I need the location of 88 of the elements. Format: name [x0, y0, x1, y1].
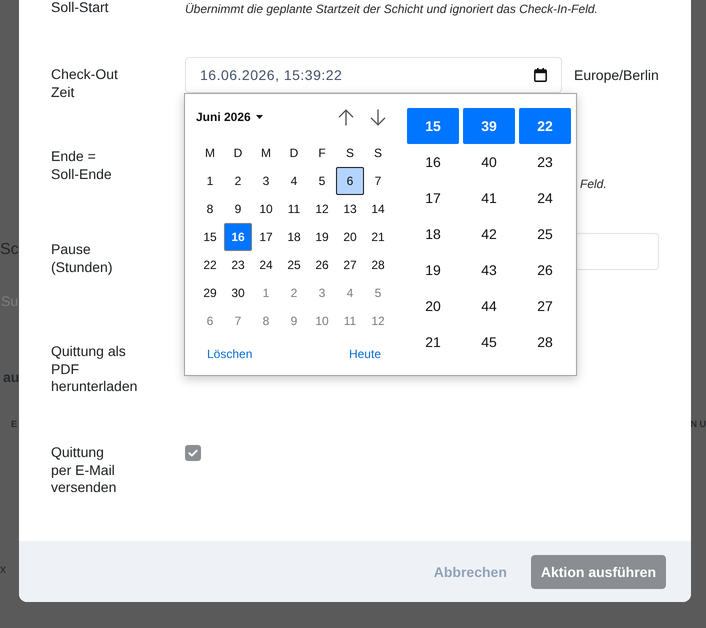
weekday-label: D	[288, 145, 300, 162]
minute-option[interactable]: 39	[463, 108, 515, 144]
calendar-day[interactable]: 24	[252, 251, 280, 279]
calendar-day[interactable]: 1	[196, 167, 224, 195]
calendar-day[interactable]: 12	[308, 195, 336, 223]
minute-option[interactable]: 43	[463, 252, 515, 288]
calendar-day[interactable]: 12	[364, 307, 392, 335]
calendar-day[interactable]: 20	[336, 223, 364, 251]
calendar-day[interactable]: 2	[224, 167, 252, 195]
calendar-icon[interactable]	[534, 68, 547, 82]
calendar-day[interactable]: 9	[224, 195, 252, 223]
calendar-day[interactable]: 19	[308, 223, 336, 251]
calendar-day[interactable]: 15	[196, 223, 224, 251]
second-option[interactable]: 25	[519, 216, 571, 252]
calendar-day[interactable]: 6	[196, 307, 224, 335]
calendar-day[interactable]: 27	[336, 251, 364, 279]
hour-option[interactable]: 16	[407, 144, 459, 180]
calendar-day[interactable]: 11	[336, 307, 364, 335]
second-option[interactable]: 23	[519, 144, 571, 180]
field-label: Pause (Stunden)	[51, 241, 112, 274]
second-option[interactable]: 22	[519, 108, 571, 144]
calendar-day[interactable]: 23	[224, 251, 252, 279]
calendar-day[interactable]: 5	[364, 279, 392, 307]
minute-option[interactable]: 41	[463, 180, 515, 216]
calendar-day[interactable]: 22	[196, 251, 224, 279]
calendar-day[interactable]: 10	[252, 195, 280, 223]
calendar-day[interactable]: 3	[308, 279, 336, 307]
checkbox[interactable]	[185, 445, 201, 461]
field-label: Quittung als PDF herunterladen	[51, 343, 138, 394]
hour-option[interactable]: 20	[407, 288, 459, 324]
hour-option[interactable]: 18	[407, 216, 459, 252]
today-link[interactable]: Heute	[348, 347, 381, 361]
calendar-day[interactable]: 9	[280, 307, 308, 335]
clear-link[interactable]: Löschen	[207, 347, 252, 361]
calendar-day[interactable]: 30	[224, 279, 252, 307]
calendar-day[interactable]: 5	[308, 167, 336, 195]
second-option[interactable]: 24	[519, 180, 571, 216]
arrow-up-icon[interactable]	[338, 108, 354, 126]
calendar-day[interactable]: 4	[280, 167, 308, 195]
minute-option[interactable]: 45	[463, 324, 515, 360]
hour-option[interactable]: 15	[407, 108, 459, 144]
calendar-day[interactable]: 21	[364, 223, 392, 251]
calendar-day[interactable]: 29	[196, 279, 224, 307]
calendar-day[interactable]: 17	[252, 223, 280, 251]
minute-option[interactable]: 40	[463, 144, 515, 180]
second-option[interactable]: 27	[519, 288, 571, 324]
weekday-label: F	[317, 145, 327, 162]
calendar-day[interactable]: 16	[224, 223, 252, 251]
calendar-day[interactable]: 1	[252, 279, 280, 307]
datetime-input-field[interactable]: 16.06.2026, 15:39:22	[185, 57, 562, 93]
minute-option[interactable]: 42	[463, 216, 515, 252]
field-label: Soll-Start	[51, 0, 109, 15]
calendar-day[interactable]: 11	[280, 195, 308, 223]
calendar-day[interactable]: 25	[280, 251, 308, 279]
calendar-day[interactable]: 26	[308, 251, 336, 279]
minute-option[interactable]: 44	[463, 288, 515, 324]
weekday-label: S	[372, 145, 383, 162]
hint-text: Übernimmt die geplante Startzeit der Schicht und ignoriert das Check-In-Feld.	[185, 2, 598, 17]
field-label: Check-Out Zeit	[51, 66, 118, 100]
calendar-day[interactable]: 2	[280, 279, 308, 307]
calendar-day[interactable]: 7	[224, 307, 252, 335]
hour-option[interactable]: 19	[407, 252, 459, 288]
calendar-day[interactable]: 18	[280, 223, 308, 251]
field-label: Ende = Soll-Ende	[51, 148, 112, 182]
second-option[interactable]: 26	[519, 252, 571, 288]
timezone-label: Europe/Berlin	[574, 67, 659, 83]
calendar-day[interactable]: 6	[336, 167, 364, 195]
weekday-label: S	[344, 145, 355, 162]
calendar-day[interactable]: 4	[336, 279, 364, 307]
weekday-label: M	[204, 145, 216, 162]
hour-option[interactable]: 21	[407, 324, 459, 360]
hour-option[interactable]: 17	[407, 180, 459, 216]
weekday-label: D	[232, 145, 244, 162]
hint-text: Feld.	[580, 177, 607, 192]
calendar-day[interactable]: 7	[364, 167, 392, 195]
calendar-day[interactable]: 13	[336, 195, 364, 223]
caret-icon	[256, 115, 263, 119]
calendar-day[interactable]: 3	[252, 167, 280, 195]
calendar-day[interactable]: 8	[196, 195, 224, 223]
calendar-day[interactable]: 28	[364, 251, 392, 279]
calendar-day[interactable]: 14	[364, 195, 392, 223]
field-label: Quittung per E-Mail versenden	[51, 444, 116, 495]
weekday-label: M	[260, 145, 272, 162]
month-selector[interactable]: Juni 2026	[196, 110, 263, 124]
calendar-day[interactable]: 8	[252, 307, 280, 335]
second-option[interactable]: 28	[519, 324, 571, 360]
calendar-day[interactable]: 10	[308, 307, 336, 335]
arrow-down-icon[interactable]	[370, 108, 386, 126]
